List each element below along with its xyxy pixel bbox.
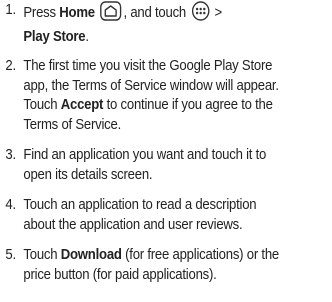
step-number: 5.: [5, 247, 16, 263]
step-text-part: Touch: [23, 97, 61, 113]
step-text: Find an application you want and touch i…: [23, 146, 329, 185]
step-line: Terms of Service.: [23, 116, 122, 133]
step-text: Touch an application to read a descripti…: [23, 196, 329, 235]
step-line: about the application and user reviews.: [23, 216, 243, 233]
step-number: 1.: [5, 2, 16, 18]
download-label: Download: [60, 247, 122, 263]
play-store-label: Play Store: [23, 28, 86, 45]
step-line: open its details screen.: [23, 166, 153, 183]
step-text-part: , and touch: [123, 5, 190, 21]
step-line: app, the Terms of Service window will ap…: [23, 77, 279, 94]
step-text: Touch Download (for free applications) o…: [23, 246, 329, 285]
step-text: The first time you visit the Google Play…: [23, 57, 329, 135]
step-line: price button (for paid applications).: [23, 266, 217, 283]
step-text-part: Touch: [23, 247, 61, 263]
accept-label: Accept: [60, 97, 104, 113]
step-text-part: Press: [23, 5, 60, 21]
step-number: 2.: [5, 58, 16, 74]
step-text-part: >: [211, 5, 222, 21]
step-text-part: to continue if you agree to the: [103, 97, 273, 113]
instructions-page: 1. Press Home , and touch > Play Store. …: [0, 0, 332, 302]
step-line: Find an application you want and touch i…: [23, 147, 267, 163]
step-text-part: (for free applications) or the: [121, 247, 279, 263]
home-icon: [100, 1, 122, 28]
step-number: 4.: [5, 197, 16, 213]
step-number: 3.: [5, 147, 16, 163]
apps-grid-icon: [191, 1, 210, 28]
step-line: The first time you visit the Google Play…: [23, 58, 273, 74]
step-text: Press Home , and touch > Play Store.: [23, 1, 329, 47]
step-text-part: .: [85, 28, 89, 45]
step-line: Touch an application to read a descripti…: [23, 197, 257, 213]
home-key-label: Home: [59, 5, 95, 21]
